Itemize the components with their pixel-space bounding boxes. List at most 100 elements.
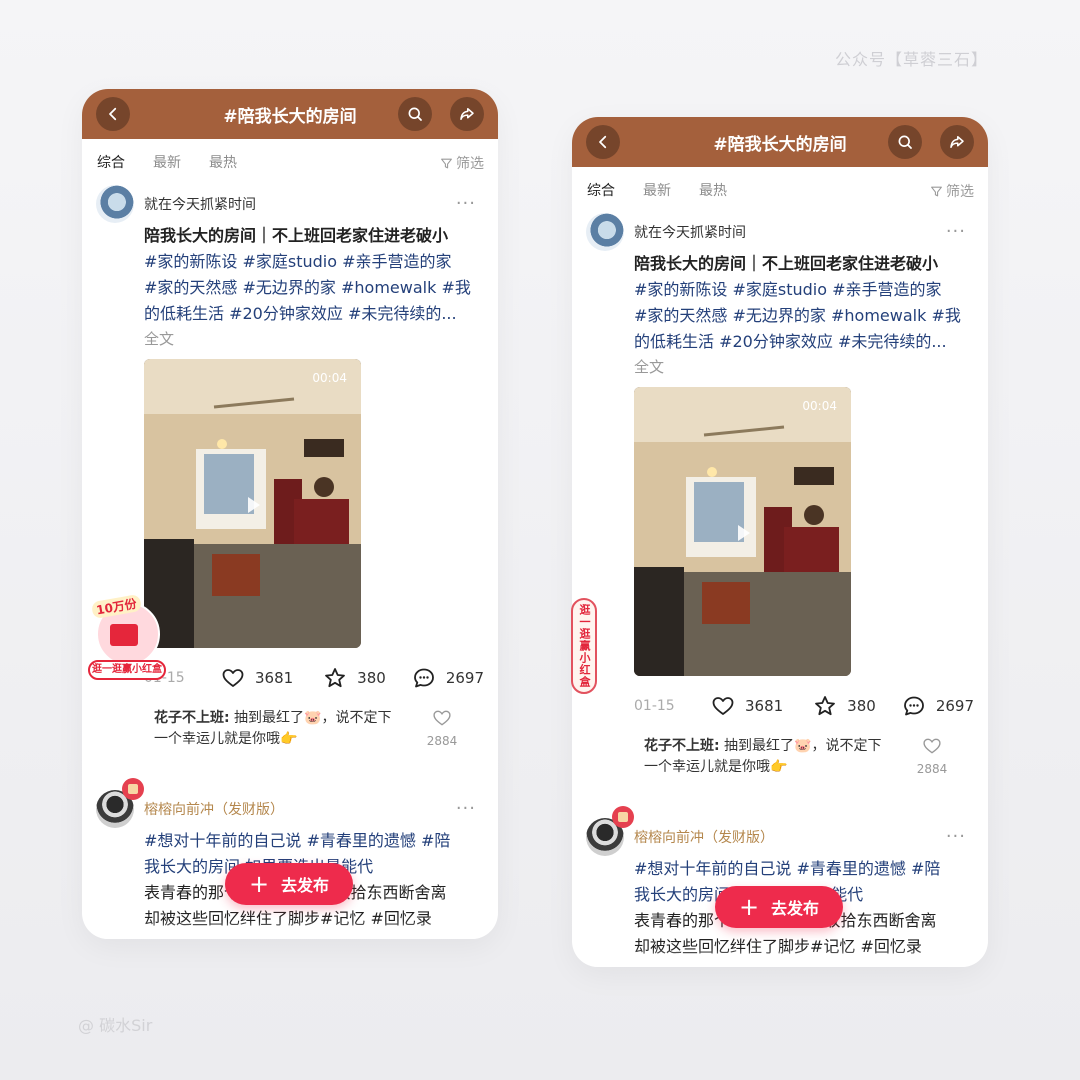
- heart-icon: [222, 669, 244, 687]
- author-name[interactable]: 榕榕向前冲（发财版）: [144, 799, 284, 819]
- video-duration: 00:04: [312, 371, 347, 385]
- topic-header: #陪我长大的房间: [572, 117, 988, 167]
- comment-body: 抽到最红了🐷，说不定下: [719, 738, 882, 754]
- more-options-icon[interactable]: ···: [456, 798, 476, 819]
- post-tags-line[interactable]: #家的新陈设 #家庭studio #亲手营造的家: [634, 277, 970, 303]
- comment-body: 一个幸运儿就是你哦👉: [154, 731, 298, 747]
- comment-text: 花子不上班: 抽到最红了🐷，说不定下 一个幸运儿就是你哦👉: [644, 736, 904, 778]
- comment-like-count: 2884: [426, 734, 458, 748]
- search-icon: [898, 135, 912, 149]
- page-title: #陪我长大的房间: [223, 106, 357, 127]
- more-options-icon[interactable]: ···: [946, 221, 966, 242]
- video-thumbnail[interactable]: 00:04: [634, 387, 851, 676]
- more-options-icon[interactable]: ···: [456, 193, 476, 214]
- comment-body: 抽到最红了🐷，说不定下: [229, 710, 392, 726]
- like-button[interactable]: 3681: [221, 666, 293, 690]
- star-icon: [325, 668, 346, 688]
- publish-button[interactable]: + 去发布: [715, 886, 843, 928]
- play-icon[interactable]: [248, 497, 260, 513]
- top-comment[interactable]: 花子不上班: 抽到最红了🐷，说不定下 一个幸运儿就是你哦👉 2884: [154, 708, 484, 768]
- phone-screen-right: #陪我长大的房间 综合 最新 最热 筛选 就在今天抓紧时间 ··· 陪我长大的房…: [572, 117, 988, 967]
- phone-screen-left: #陪我长大的房间 综合 最新 最热 筛选 就在今天抓紧时间 ··· 陪我长大的房…: [82, 89, 498, 939]
- post-tags-line[interactable]: 的低耗生活 #20分钟家效应 #未完待续的...: [634, 329, 970, 355]
- promo-label: 逛一逛赢小红盒: [88, 660, 166, 680]
- comment-user[interactable]: 花子不上班:: [644, 738, 720, 754]
- post-meta: 01-15 3681 380 2697: [634, 676, 974, 736]
- post-meta: 01-15 3681 380 2697: [144, 648, 484, 708]
- comment-button[interactable]: 2697: [412, 666, 484, 690]
- author-name[interactable]: 就在今天抓紧时间: [634, 222, 746, 242]
- post-tags-line[interactable]: 的低耗生活 #20分钟家效应 #未完待续的...: [144, 301, 480, 327]
- comment-like-count: 2884: [916, 762, 948, 776]
- comment-text: 花子不上班: 抽到最红了🐷，说不定下 一个幸运儿就是你哦👉: [154, 708, 414, 750]
- share-button[interactable]: [450, 97, 484, 131]
- top-comment[interactable]: 花子不上班: 抽到最红了🐷，说不定下 一个幸运儿就是你哦👉 2884: [644, 736, 974, 796]
- full-text-link[interactable]: 全文: [144, 327, 484, 351]
- author-name[interactable]: 就在今天抓紧时间: [144, 194, 256, 214]
- comment-count: 2697: [935, 697, 974, 715]
- full-text-link[interactable]: 全文: [634, 355, 974, 379]
- post-tags-line[interactable]: #想对十年前的自己说 #青春里的遗憾 #陪: [634, 856, 970, 882]
- bottom-fade: [82, 921, 498, 939]
- tab-hottest[interactable]: 最热: [209, 152, 237, 172]
- post-content[interactable]: 陪我长大的房间｜不上班回老家住进老破小 #家的新陈设 #家庭studio #亲手…: [634, 251, 970, 355]
- back-button[interactable]: [586, 125, 620, 159]
- filter-icon: [441, 158, 452, 168]
- post-tags-line[interactable]: #家的天然感 #无边界的家 #homewalk #我: [144, 275, 480, 301]
- tab-comprehensive[interactable]: 综合: [97, 152, 125, 172]
- tab-hottest[interactable]: 最热: [699, 180, 727, 200]
- sort-tabs: 综合 最新 最热 筛选: [572, 167, 988, 213]
- like-count: 3681: [254, 669, 294, 687]
- video-thumbnail[interactable]: 00:04: [144, 359, 361, 648]
- watermark-top: 公众号【草蓉三石】: [834, 50, 988, 69]
- publish-label: 去发布: [771, 899, 820, 918]
- collect-button[interactable]: 380: [323, 666, 386, 690]
- filter-button[interactable]: 筛选: [440, 153, 484, 173]
- back-icon: [599, 135, 607, 149]
- author-name[interactable]: 榕榕向前冲（发财版）: [634, 827, 774, 847]
- comment-user[interactable]: 花子不上班:: [154, 710, 230, 726]
- publish-label: 去发布: [281, 876, 330, 895]
- plus-icon: +: [738, 893, 760, 921]
- search-icon: [408, 107, 422, 121]
- filter-label: 筛选: [456, 156, 484, 172]
- share-icon: [460, 108, 474, 120]
- gift-box-icon: [110, 624, 138, 646]
- heart-icon: [712, 697, 734, 715]
- collect-button[interactable]: 380: [813, 694, 876, 718]
- watermark-bottom: @ 碳水Sir: [78, 1016, 153, 1035]
- search-button[interactable]: [398, 97, 432, 131]
- search-button[interactable]: [888, 125, 922, 159]
- post-content[interactable]: 陪我长大的房间｜不上班回老家住进老破小 #家的新陈设 #家庭studio #亲手…: [144, 223, 480, 327]
- filter-icon: [931, 186, 942, 196]
- post-tags-line[interactable]: #家的新陈设 #家庭studio #亲手营造的家: [144, 249, 480, 275]
- publish-button[interactable]: + 去发布: [225, 863, 353, 905]
- promo-badge-collapsed[interactable]: 逛一逛赢小红盒: [571, 598, 597, 694]
- play-icon[interactable]: [738, 525, 750, 541]
- share-icon: [950, 136, 964, 148]
- back-button[interactable]: [96, 97, 130, 131]
- tab-latest[interactable]: 最新: [643, 180, 671, 200]
- post-card[interactable]: 榕榕向前冲（发财版） ··· #想对十年前的自己说 #青春里的遗憾 #陪 我长大…: [82, 778, 498, 932]
- comment-like-button[interactable]: 2884: [912, 736, 952, 776]
- red-packet-icon: [122, 778, 144, 800]
- back-icon: [109, 107, 117, 121]
- share-button[interactable]: [940, 125, 974, 159]
- avatar[interactable]: [96, 185, 134, 223]
- collect-count: 380: [357, 669, 386, 687]
- post-card[interactable]: 就在今天抓紧时间 ··· 陪我长大的房间｜不上班回老家住进老破小 #家的新陈设 …: [572, 213, 988, 796]
- avatar[interactable]: [586, 213, 624, 251]
- post-tags-line[interactable]: #家的天然感 #无边界的家 #homewalk #我: [634, 303, 970, 329]
- bottom-fade: [572, 949, 988, 967]
- tab-comprehensive[interactable]: 综合: [587, 180, 615, 200]
- filter-button[interactable]: 筛选: [930, 181, 974, 201]
- promo-badge-expanded[interactable]: 10万份 逛一逛赢小红盒: [88, 593, 166, 684]
- tab-latest[interactable]: 最新: [153, 152, 181, 172]
- like-button[interactable]: 3681: [711, 694, 783, 718]
- comment-like-button[interactable]: 2884: [422, 708, 462, 748]
- filter-label: 筛选: [946, 184, 974, 200]
- collect-count: 380: [847, 697, 876, 715]
- post-tags-line[interactable]: #想对十年前的自己说 #青春里的遗憾 #陪: [144, 828, 480, 854]
- more-options-icon[interactable]: ···: [946, 826, 966, 847]
- comment-button[interactable]: 2697: [902, 694, 974, 718]
